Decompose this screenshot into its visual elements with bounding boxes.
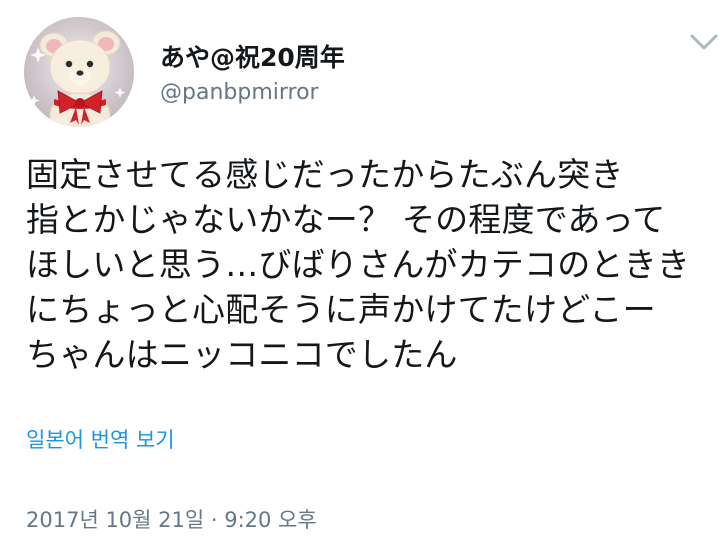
display-name[interactable]: あや@祝20周年 <box>160 38 345 74</box>
tweet-text-line: ほしいと思う…びばりさんがカテコのときき <box>26 245 690 284</box>
translate-tweet-link[interactable]: 일본어 번역 보기 <box>26 424 175 454</box>
tweet-text-line: 固定させてる感じだったからたぶん突き <box>26 155 624 194</box>
tweet-text-line: にちょっと心配そうに声かけてたけどこー <box>26 290 656 329</box>
user-handle[interactable]: @panbpmirror <box>160 80 319 105</box>
teddy-bear-avatar-icon <box>24 17 134 127</box>
tweet-text-line: 指とかじゃないかなー？ その程度であって <box>26 200 666 239</box>
chevron-down-icon <box>690 34 718 50</box>
tweet-text-line: ちゃんはニッコニコでしたん <box>26 335 458 374</box>
tweet-menu-button[interactable] <box>688 30 720 54</box>
tweet-timestamp[interactable]: 2017년 10월 21일 · 9:20 오후 <box>26 504 317 534</box>
tweet-text: 固定させてる感じだったからたぶん突き 指とかじゃないかなー？ その程度であって … <box>26 152 706 377</box>
avatar[interactable] <box>24 17 134 127</box>
